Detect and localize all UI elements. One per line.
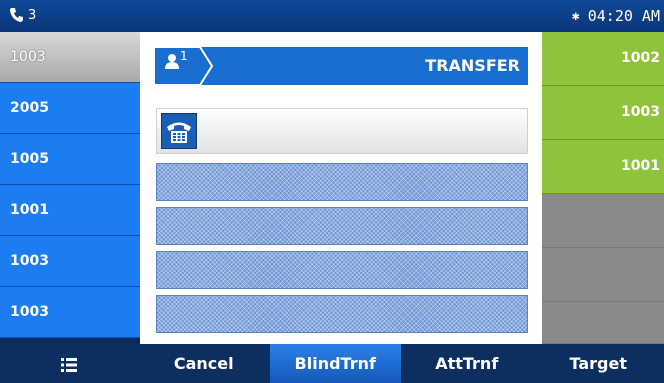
line-label: 1003 bbox=[10, 304, 49, 320]
call-count: 3 bbox=[28, 7, 37, 23]
transfer-dialog: 1 TRANSFER bbox=[140, 32, 542, 344]
blf-key-6[interactable] bbox=[542, 302, 664, 344]
transfer-slot-1[interactable] bbox=[156, 163, 528, 201]
attended-transfer-softkey[interactable]: AttTrnf bbox=[401, 344, 533, 383]
blf-label: 1001 bbox=[621, 158, 660, 174]
softkey-bar: Cancel BlindTrnf AttTrnf Target bbox=[0, 344, 664, 383]
transfer-slot-3[interactable] bbox=[156, 251, 528, 289]
target-softkey[interactable]: Target bbox=[533, 344, 664, 383]
line-key-2[interactable]: 2005 bbox=[0, 83, 140, 134]
transfer-header: 1 TRANSFER bbox=[154, 47, 528, 85]
line-key-3[interactable]: 1005 bbox=[0, 134, 140, 185]
blf-label: 1002 bbox=[621, 50, 660, 66]
blf-key-4[interactable] bbox=[542, 194, 664, 248]
blf-list: 1002 1003 1001 bbox=[542, 32, 664, 344]
line-label: 1005 bbox=[10, 151, 49, 167]
cancel-softkey[interactable]: Cancel bbox=[138, 344, 270, 383]
transfer-slot-4[interactable] bbox=[156, 295, 528, 333]
blf-key-1[interactable]: 1002 bbox=[542, 32, 664, 86]
list-menu-icon bbox=[61, 357, 77, 372]
blf-key-3[interactable]: 1001 bbox=[542, 140, 664, 194]
line-key-5[interactable]: 1003 bbox=[0, 236, 140, 287]
number-input[interactable] bbox=[156, 108, 528, 154]
phone-handset-icon bbox=[10, 8, 23, 22]
transfer-slot-2[interactable] bbox=[156, 207, 528, 245]
line-key-4[interactable]: 1001 bbox=[0, 185, 140, 236]
blind-transfer-softkey[interactable]: BlindTrnf bbox=[269, 344, 401, 383]
account-index: 1 bbox=[180, 49, 188, 63]
desk-phone-icon bbox=[161, 113, 197, 149]
line-key-6[interactable]: 1003 bbox=[0, 287, 140, 338]
clock: 04:20 AM bbox=[587, 7, 660, 25]
blf-label: 1003 bbox=[621, 104, 660, 120]
blf-key-5[interactable] bbox=[542, 248, 664, 302]
line-key-1[interactable]: 1003 bbox=[0, 32, 140, 83]
line-list: 1003 2005 1005 1001 1003 1003 bbox=[0, 32, 140, 338]
menu-button[interactable] bbox=[0, 344, 138, 383]
contact-icon bbox=[165, 53, 179, 73]
line-label: 1003 bbox=[10, 253, 49, 269]
line-label: 1003 bbox=[10, 49, 46, 65]
line-label: 1001 bbox=[10, 202, 49, 218]
bluetooth-icon: ✱ bbox=[571, 8, 580, 24]
call-indicator: 3 bbox=[9, 7, 36, 23]
line-label: 2005 bbox=[10, 100, 49, 116]
status-bar: 3 ✱ 04:20 AM bbox=[0, 0, 664, 32]
blf-key-2[interactable]: 1003 bbox=[542, 86, 664, 140]
dialog-title: TRANSFER bbox=[425, 56, 520, 75]
